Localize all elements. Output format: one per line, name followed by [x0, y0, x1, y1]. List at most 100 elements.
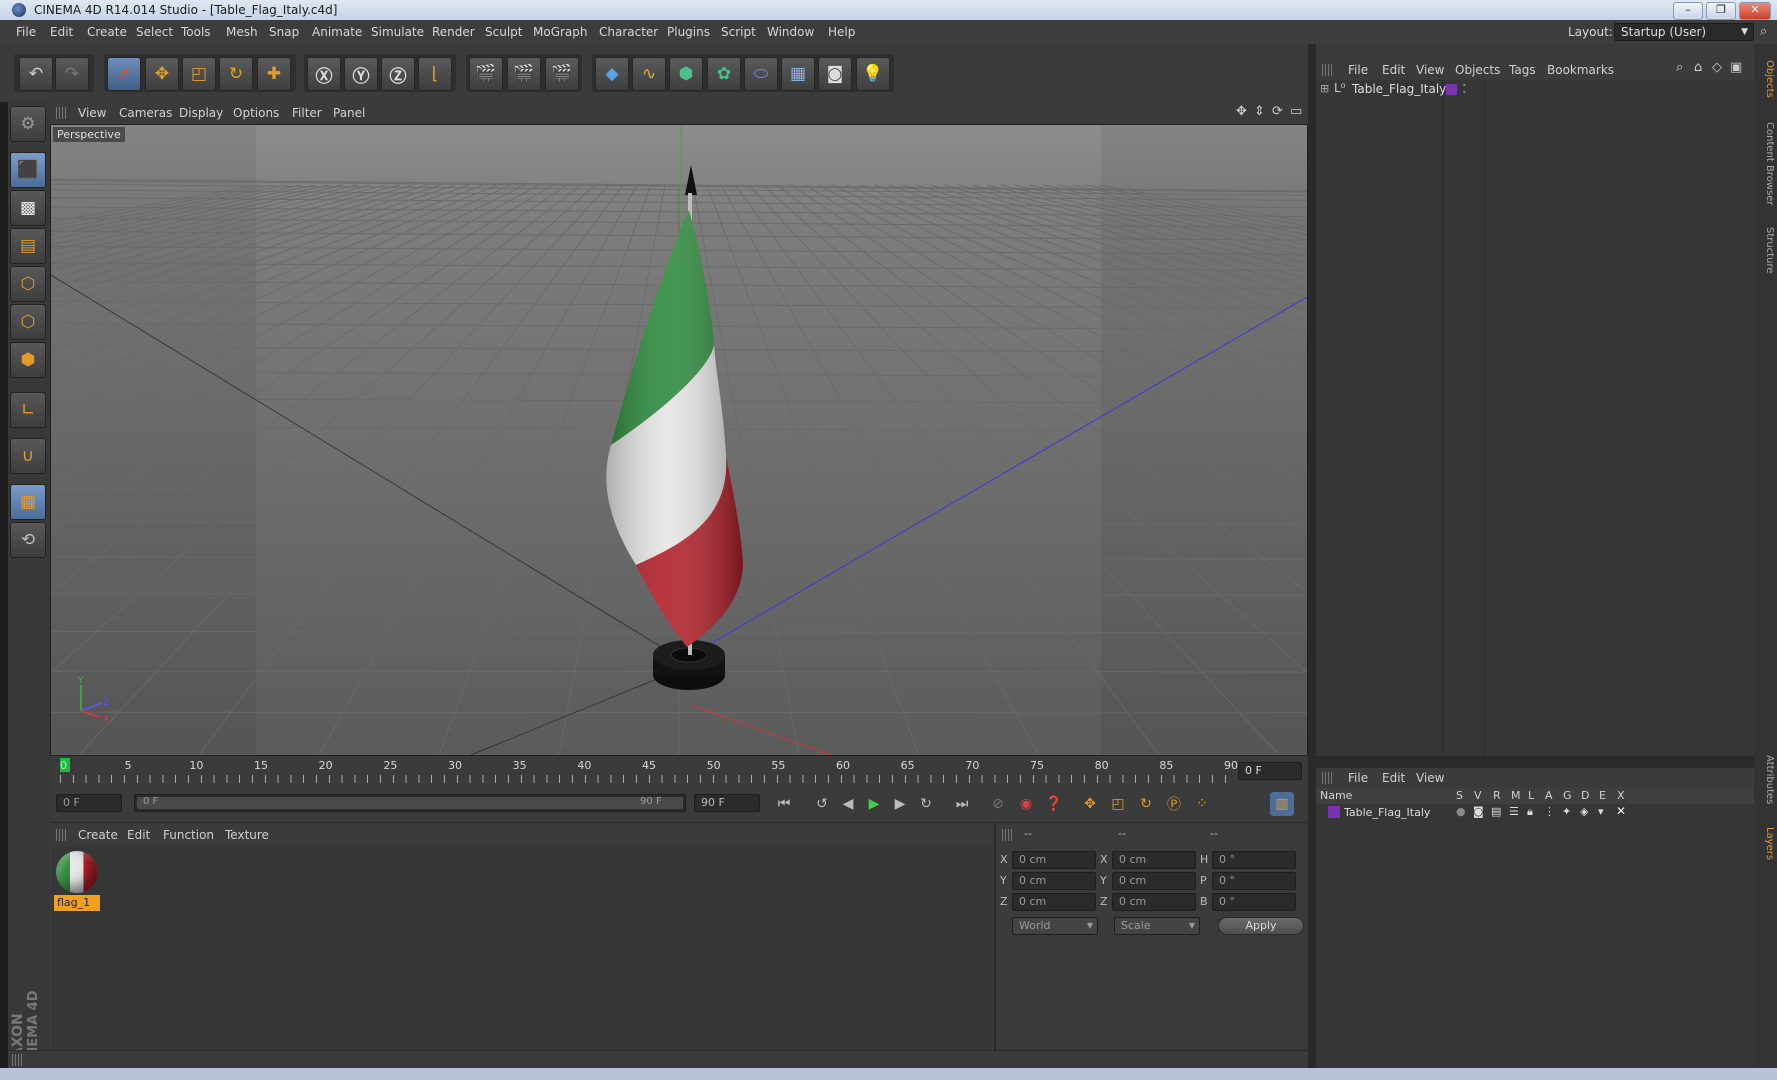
col-xref[interactable]: X [1617, 788, 1625, 804]
y-axis-lock-button[interactable]: Ⓨ [344, 57, 378, 91]
menu-character[interactable]: Character [599, 20, 658, 44]
home-icon[interactable]: ⌂ [1694, 60, 1702, 75]
points-mode-button[interactable]: ⬡ [10, 266, 46, 302]
manager-toggle-icon[interactable]: ☰ [1509, 805, 1519, 818]
col-name[interactable]: Name [1320, 788, 1352, 804]
next-frame-button[interactable]: ▶ [888, 792, 912, 816]
x-axis-lock-button[interactable]: Ⓧ [307, 57, 341, 91]
layers-menu-view[interactable]: View [1416, 768, 1444, 788]
render-settings-button[interactable]: 🎬 [545, 57, 579, 91]
play-button[interactable]: ▶ [862, 792, 886, 816]
lock-icon[interactable]: 🔒︎ [1527, 805, 1533, 819]
end-frame-field[interactable]: 90 F [694, 794, 760, 812]
live-selection-button[interactable]: ➚ [107, 57, 141, 91]
key-position-button[interactable]: ✥ [1078, 792, 1102, 816]
objects-menu-file[interactable]: File [1348, 60, 1368, 80]
menu-select[interactable]: Select [136, 20, 173, 44]
coord-rot-h-field[interactable]: 0 ° [1212, 851, 1296, 869]
col-generators[interactable]: G [1563, 788, 1572, 804]
new-view-icon[interactable]: ▣ [1730, 60, 1742, 75]
col-deformers[interactable]: D [1581, 788, 1589, 804]
close-window-button[interactable]: ✕ [1739, 2, 1771, 20]
objects-menu-objects[interactable]: Objects [1455, 60, 1500, 80]
model-mode-button[interactable]: ⬛ [10, 152, 46, 188]
xref-toggle-icon[interactable]: ✕ [1616, 804, 1626, 818]
previous-key-button[interactable]: ↺ [810, 792, 834, 816]
objects-menu-tags[interactable]: Tags [1509, 60, 1536, 80]
menu-help[interactable]: Help [828, 20, 855, 44]
material-menu-texture[interactable]: Texture [225, 825, 269, 845]
deformer-button[interactable]: ⬭ [744, 57, 778, 91]
coord-rot-p-field[interactable]: 0 ° [1212, 872, 1296, 890]
generator-toggle-icon[interactable]: ✦ [1562, 805, 1571, 818]
visibility-dots-icon[interactable]: • • [1462, 82, 1467, 97]
current-frame-field[interactable]: 0 F [1238, 762, 1302, 780]
cube-object-button[interactable]: ◆ [595, 57, 629, 91]
rotate-tool-button[interactable]: ↻ [219, 57, 253, 91]
undo-button[interactable]: ↶ [19, 57, 53, 91]
col-locked[interactable]: L [1528, 788, 1534, 804]
menu-animate[interactable]: Animate [312, 20, 362, 44]
tab-layers[interactable]: Layers [1757, 822, 1775, 866]
menu-mograph[interactable]: MoGraph [533, 20, 588, 44]
snapping-button[interactable]: ∪ [10, 438, 46, 474]
deformer-toggle-icon[interactable]: ◈ [1580, 805, 1588, 818]
col-render[interactable]: R [1493, 788, 1501, 804]
minimize-button[interactable]: – [1673, 2, 1703, 20]
panel-grip-icon[interactable] [1002, 829, 1014, 841]
render-view-button[interactable]: 🎬 [469, 57, 503, 91]
next-key-button[interactable]: ↻ [914, 792, 938, 816]
coord-pos-x-field[interactable]: 0 cm [1012, 851, 1096, 869]
menu-file[interactable]: File [16, 20, 36, 44]
polygons-mode-button[interactable]: ⬢ [10, 342, 46, 378]
tab-attributes[interactable]: Attributes [1757, 750, 1775, 810]
texture-mode-button[interactable]: ▩ [10, 190, 46, 226]
light-button[interactable]: 💡 [856, 57, 890, 91]
key-parameter-button[interactable]: Ⓟ [1162, 792, 1186, 816]
move-tool-button[interactable]: ✥ [145, 57, 179, 91]
layer-name[interactable]: Table_Flag_Italy [1344, 806, 1430, 819]
menu-simulate[interactable]: Simulate [371, 20, 424, 44]
maximize-view-icon[interactable]: ▭ [1290, 104, 1302, 119]
panel-grip-icon[interactable] [1322, 64, 1334, 76]
panel-grip-icon[interactable] [12, 1054, 24, 1066]
previous-frame-button[interactable]: ◀ [836, 792, 860, 816]
scale-tool-button[interactable]: ◰ [182, 57, 216, 91]
expression-toggle-icon[interactable]: ▾ [1598, 805, 1604, 818]
camera-button[interactable]: ◙ [818, 57, 852, 91]
viewport-menu-filter[interactable]: Filter [292, 102, 322, 124]
coord-rot-b-field[interactable]: 0 ° [1212, 893, 1296, 911]
coord-size-x-field[interactable]: 0 cm [1112, 851, 1196, 869]
material-menu-create[interactable]: Create [78, 825, 118, 845]
go-to-start-button[interactable]: ⏮ [772, 792, 796, 816]
material-item[interactable]: flag_1 [54, 849, 100, 911]
navigate-icon[interactable]: ◇ [1712, 60, 1722, 75]
recent-tool-button[interactable]: ✚ [257, 57, 291, 91]
viewport-menu-view[interactable]: View [78, 102, 106, 124]
layout-select[interactable]: Startup (User) ▼ [1614, 23, 1754, 41]
menu-mesh[interactable]: Mesh [226, 20, 258, 44]
go-to-end-button[interactable]: ⏭ [950, 792, 974, 816]
z-axis-lock-button[interactable]: Ⓩ [381, 57, 415, 91]
workplane-mode-button[interactable]: ▤ [10, 228, 46, 264]
key-pla-button[interactable]: ⁘ [1190, 792, 1214, 816]
viewport-menu-cameras[interactable]: Cameras [119, 102, 172, 124]
tab-objects[interactable]: Objects [1757, 54, 1775, 104]
coord-size-z-field[interactable]: 0 cm [1112, 893, 1196, 911]
autokey-button[interactable]: ◉ [1014, 792, 1038, 816]
objects-menu-bookmarks[interactable]: Bookmarks [1547, 60, 1614, 80]
object-row[interactable]: ⊞ L⁰ Table_Flag_Italy • • [1316, 80, 1754, 100]
layer-row[interactable]: Table_Flag_Italy ● ◙ ▤ ☰ 🔒︎ ⋮ ✦ ◈ ▾ ✕ [1316, 804, 1754, 822]
col-expressions[interactable]: E [1599, 788, 1606, 804]
perspective-viewport[interactable]: Y X Z Perspective [50, 124, 1308, 756]
axis-mode-button[interactable]: ∟ [10, 392, 46, 428]
range-slider-bar[interactable] [137, 797, 683, 809]
menu-snap[interactable]: Snap [269, 20, 299, 44]
workplane-lock-button[interactable]: ▦ [10, 484, 46, 520]
pan-icon[interactable]: ✥ [1236, 104, 1247, 119]
object-name[interactable]: Table_Flag_Italy [1352, 82, 1446, 96]
nurbs-button[interactable]: ⬢ [669, 57, 703, 91]
animation-toggle-icon[interactable]: ⋮ [1544, 805, 1555, 818]
panel-grip-icon[interactable] [56, 107, 68, 119]
restore-button[interactable]: ❐ [1706, 2, 1736, 20]
